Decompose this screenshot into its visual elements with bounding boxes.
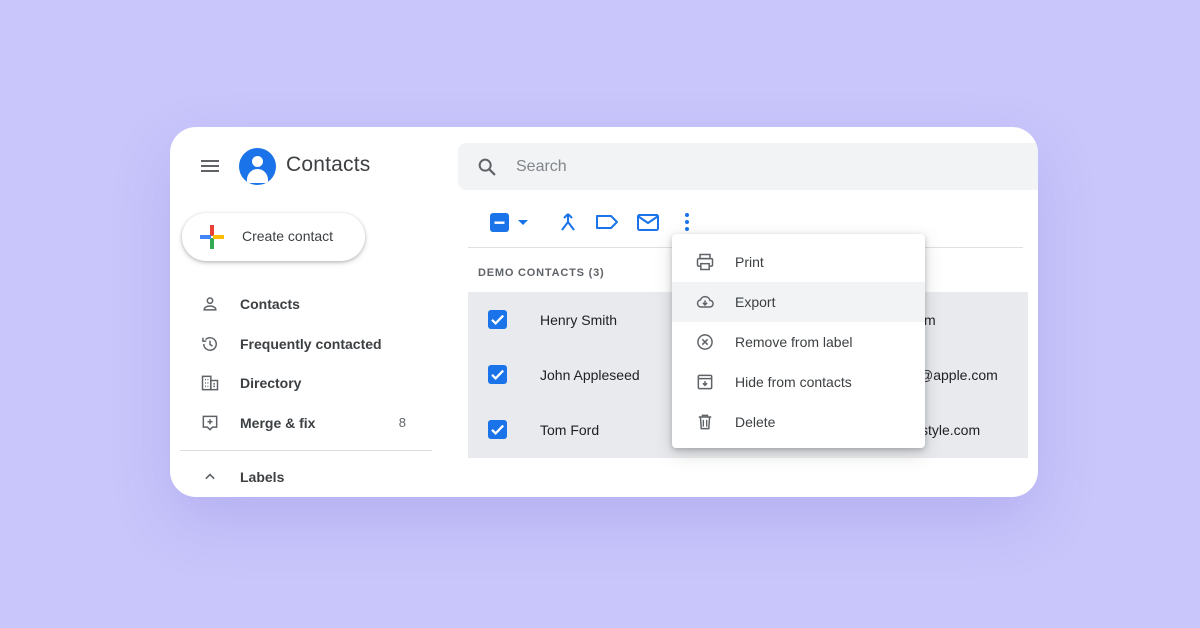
menu-item-label: Print — [735, 254, 764, 270]
archive-icon — [697, 374, 713, 390]
print-icon — [696, 253, 714, 271]
search-input[interactable] — [516, 152, 1016, 182]
checkbox-checked-icon[interactable] — [488, 420, 507, 439]
checkbox-checked-icon[interactable] — [488, 365, 507, 384]
sidebar-item-label: Contacts — [240, 296, 300, 312]
menu-item-hide-from-contacts[interactable]: Hide from contacts — [672, 362, 925, 402]
section-header: DEMO CONTACTS (3) — [478, 267, 605, 279]
dropdown-arrow-icon[interactable] — [515, 209, 531, 235]
menu-item-delete[interactable]: Delete — [672, 402, 925, 442]
person-icon — [203, 297, 217, 311]
search-icon[interactable] — [476, 156, 498, 178]
trash-icon — [698, 414, 712, 430]
sidebar-item-label: Merge & fix — [240, 415, 316, 431]
create-contact-button[interactable]: Create contact — [182, 213, 365, 261]
sidebar-item-label: Directory — [240, 375, 302, 391]
contacts-logo-icon — [239, 148, 276, 185]
contact-name: John Appleseed — [540, 367, 640, 383]
contact-email: style.com — [921, 422, 981, 438]
menu-item-label: Export — [735, 294, 776, 310]
menu-item-remove-from-label[interactable]: Remove from label — [672, 322, 925, 362]
sidebar-item-merge-fix[interactable]: Merge & fix 8 — [182, 405, 422, 441]
sidebar-item-label: Labels — [240, 469, 285, 485]
contact-name: Henry Smith — [540, 312, 618, 328]
merge-fix-count-badge: 8 — [398, 415, 406, 430]
merge-fix-icon — [202, 415, 218, 431]
remove-circle-icon — [697, 334, 713, 350]
contact-name: Tom Ford — [540, 422, 600, 438]
menu-item-label: Remove from label — [735, 334, 853, 350]
sidebar-divider — [180, 450, 432, 451]
menu-item-label: Delete — [735, 414, 776, 430]
sidebar-item-labels[interactable]: Labels — [182, 459, 422, 495]
plus-icon — [200, 225, 224, 249]
app-title: Contacts — [286, 153, 371, 176]
contacts-app-window: Contacts Create contact Contacts Frequen… — [170, 127, 1038, 497]
menu-item-print[interactable]: Print — [672, 242, 925, 282]
contact-email: @apple.com — [919, 367, 998, 383]
more-vert-icon[interactable] — [678, 209, 696, 235]
menu-item-label: Hide from contacts — [735, 374, 852, 390]
checkbox-checked-icon[interactable] — [488, 310, 507, 329]
email-icon[interactable] — [636, 209, 660, 235]
merge-icon[interactable] — [556, 209, 580, 235]
menu-item-export[interactable]: Export — [672, 282, 925, 322]
label-icon[interactable] — [594, 209, 620, 235]
building-icon — [201, 375, 219, 391]
sidebar-item-directory[interactable]: Directory — [182, 365, 422, 401]
select-all-checkbox-icon[interactable] — [488, 209, 512, 235]
history-icon — [202, 337, 217, 351]
contact-email: m — [924, 312, 936, 328]
cloud-download-icon — [696, 295, 714, 308]
sidebar-item-label: Frequently contacted — [240, 336, 382, 352]
create-contact-label: Create contact — [242, 228, 334, 244]
sidebar-item-contacts[interactable]: Contacts — [182, 286, 422, 322]
sidebar-item-frequently-contacted[interactable]: Frequently contacted — [182, 326, 422, 362]
main-menu-icon[interactable] — [201, 158, 221, 174]
more-actions-menu: Print Export Remove from label Hide from… — [672, 234, 925, 448]
chevron-up-icon — [205, 473, 215, 480]
search-bar[interactable] — [458, 143, 1038, 190]
